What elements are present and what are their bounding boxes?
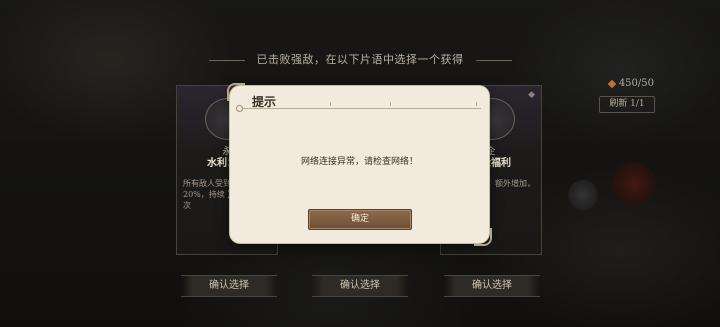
rule-tick (390, 102, 391, 106)
resource-counter: 450/50 (607, 78, 654, 89)
dialog-corner-ornament (227, 83, 245, 101)
rule-ornament-icon (236, 105, 243, 112)
confirm-choice-button-3[interactable]: 确认选择 (444, 275, 540, 297)
hint-text: 已击败强敌，在以下片语中选择一个获得 (256, 53, 464, 66)
confirm-choice-button-1[interactable]: 确认选择 (181, 275, 277, 297)
alert-dialog: 提示 网络连接异常，请检查网络！ 确定 (230, 86, 489, 243)
counter-value: 450/50 (618, 78, 654, 89)
rule-tick (330, 102, 331, 106)
confirm-choice-button-2[interactable]: 确认选择 (312, 275, 408, 297)
rule-tick (476, 102, 477, 106)
selection-hint: 已击败强敌，在以下片语中选择一个获得 (0, 51, 720, 67)
hint-divider-left (208, 59, 245, 61)
refresh-button[interactable]: 刷新 1/1 (599, 96, 655, 113)
dialog-corner-ornament (474, 228, 492, 246)
dialog-message: 网络连接异常，请检查网络！ (300, 157, 418, 167)
hint-divider-right (475, 59, 512, 61)
gem-icon (607, 79, 617, 88)
ok-button[interactable]: 确定 (308, 209, 412, 230)
card-corner-icon: ◆ (528, 90, 535, 100)
dialog-title-rule (238, 108, 481, 109)
